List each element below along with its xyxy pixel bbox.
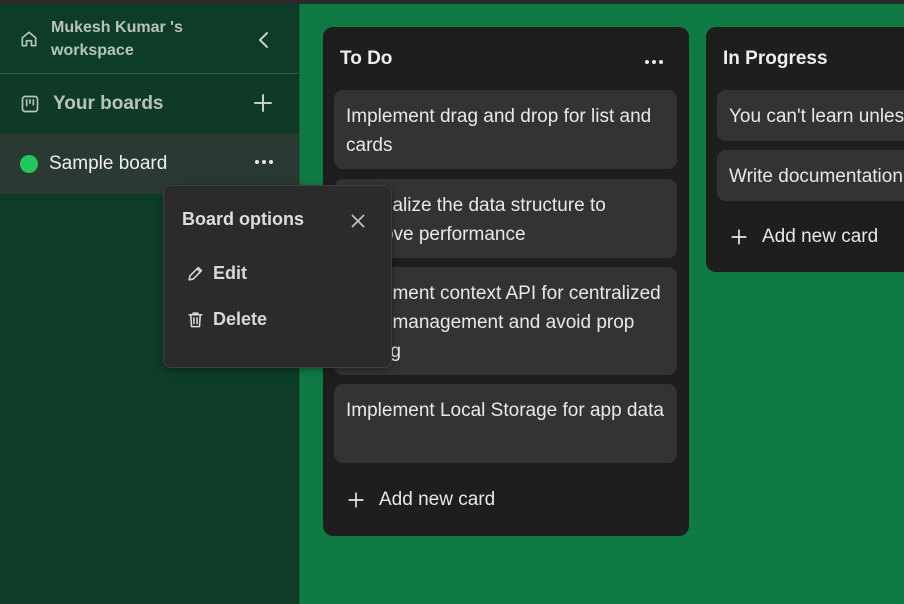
- workspace-header: Mukesh Kumar 's workspace: [0, 4, 299, 74]
- collapse-sidebar-icon[interactable]: [252, 28, 276, 52]
- close-icon[interactable]: [347, 210, 369, 232]
- board-options-popover: Board options Edit Delete: [163, 185, 392, 368]
- add-card-button[interactable]: Add new card: [730, 226, 878, 248]
- card[interactable]: You can't learn unless you try: [717, 90, 904, 141]
- pencil-icon: [188, 266, 203, 281]
- list-title: In Progress: [723, 48, 828, 69]
- your-boards-section: Your boards: [0, 74, 299, 134]
- trash-icon: [188, 312, 203, 328]
- add-card-label: Add new card: [379, 489, 496, 510]
- your-boards-label: Your boards: [53, 93, 164, 114]
- board-color-dot: [20, 155, 38, 173]
- board-label: Sample board: [49, 153, 168, 174]
- add-card-label: Add new card: [762, 226, 879, 247]
- plus-icon: [731, 229, 747, 245]
- popover-title: Board options: [182, 209, 304, 229]
- list-options-icon[interactable]: [640, 50, 668, 74]
- card[interactable]: Implement Local Storage for app data: [334, 384, 677, 463]
- plus-icon: [348, 492, 364, 508]
- delete-label: Delete: [213, 309, 268, 329]
- card[interactable]: Implement drag and drop for list and car…: [334, 90, 677, 169]
- edit-label: Edit: [213, 263, 247, 283]
- add-board-icon[interactable]: [251, 91, 275, 115]
- boards-icon: [21, 95, 39, 113]
- home-icon: [21, 31, 37, 47]
- edit-board-button[interactable]: Edit: [186, 263, 247, 284]
- list-title: To Do: [340, 48, 393, 69]
- list-in-progress: In Progress You can't learn unless you t…: [706, 27, 904, 272]
- delete-board-button[interactable]: Delete: [186, 309, 267, 330]
- workspace-title: Mukesh Kumar 's workspace: [51, 19, 183, 59]
- card[interactable]: Write documentation: [717, 150, 904, 201]
- board-options-icon[interactable]: [250, 150, 278, 174]
- add-card-button[interactable]: Add new card: [347, 489, 495, 511]
